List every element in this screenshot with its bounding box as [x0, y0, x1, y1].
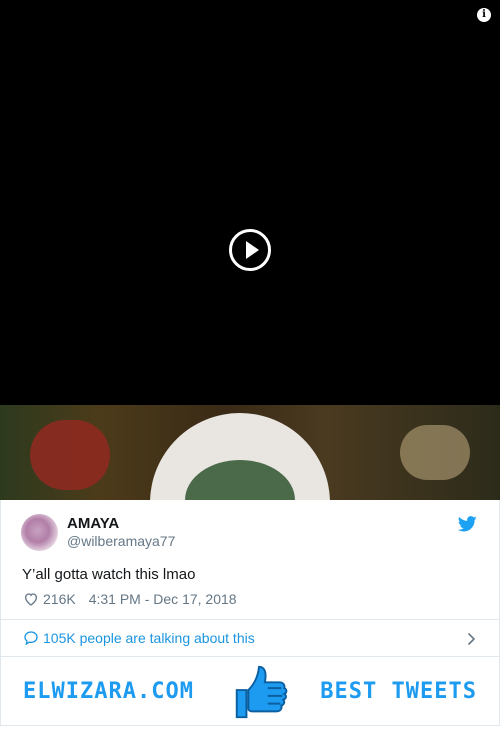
- site-name: ELWIZARA.COM: [23, 679, 194, 704]
- speech-bubble-icon: [24, 631, 38, 646]
- info-icon[interactable]: i: [477, 8, 491, 22]
- conversation-link[interactable]: 105K people are talking about this: [0, 619, 500, 657]
- tweet-embed: i AMAYA @wilberamaya77 Y’all gotta watch…: [0, 0, 500, 730]
- like-count[interactable]: 216K: [43, 591, 76, 607]
- promo-banner[interactable]: ELWIZARA.COM BEST TWEETS: [0, 657, 500, 726]
- video-player[interactable]: i: [0, 0, 500, 500]
- tweet-card: AMAYA @wilberamaya77 Y’all gotta watch t…: [0, 500, 500, 620]
- tweet-text: Y’all gotta watch this lmao: [22, 566, 196, 583]
- tweet-meta: 216K 4:31 PM - Dec 17, 2018: [23, 591, 237, 607]
- thumbs-up-icon: [235, 665, 288, 719]
- twitter-bird-icon[interactable]: [458, 516, 477, 532]
- play-icon: [246, 241, 259, 259]
- play-button[interactable]: [229, 229, 271, 271]
- avatar[interactable]: [21, 514, 58, 551]
- frame-red-object: [30, 420, 110, 490]
- conversation-label[interactable]: 105K people are talking about this: [43, 630, 255, 646]
- heart-icon[interactable]: [23, 591, 39, 607]
- display-name[interactable]: AMAYA: [67, 515, 119, 532]
- video-frame-preview: [0, 405, 500, 500]
- frame-light-object: [400, 425, 470, 480]
- chevron-right-icon: [467, 632, 476, 646]
- banner-tagline: BEST TWEETS: [320, 679, 477, 704]
- tweet-timestamp[interactable]: 4:31 PM - Dec 17, 2018: [89, 591, 237, 607]
- user-handle[interactable]: @wilberamaya77: [67, 533, 175, 549]
